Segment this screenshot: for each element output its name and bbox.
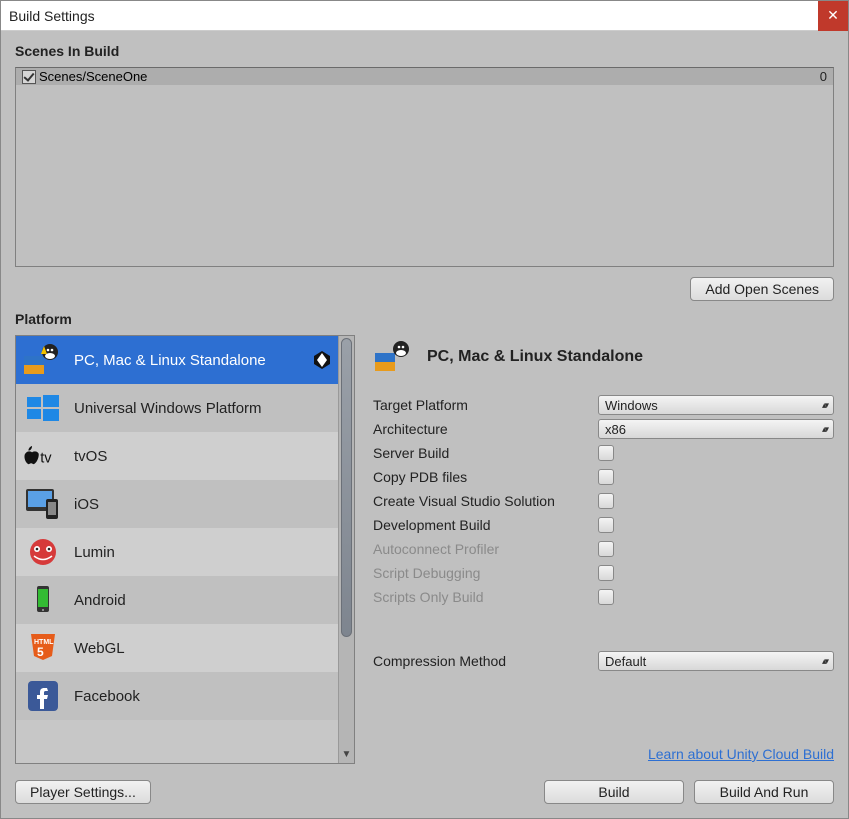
scene-index: 0 (820, 69, 827, 84)
platform-item-android[interactable]: Android (16, 576, 338, 624)
platform-item-ios[interactable]: iOS (16, 480, 338, 528)
field-dev-build: Development Build (373, 513, 834, 537)
add-open-scenes-button[interactable]: Add Open Scenes (690, 277, 834, 301)
windows-icon (22, 390, 64, 426)
build-settings-window: Build Settings ✕ Scenes In Build Scenes/… (0, 0, 849, 819)
build-button[interactable]: Build (544, 780, 684, 804)
dropdown-caret-icon: ▴▾ (822, 400, 827, 411)
target-platform-dropdown[interactable]: Windows ▴▾ (598, 395, 834, 415)
lumin-icon (22, 534, 64, 570)
platform-item-label: PC, Mac & Linux Standalone (74, 352, 266, 369)
settings-title: PC, Mac & Linux Standalone (427, 348, 643, 366)
field-server-build: Server Build (373, 441, 834, 465)
player-settings-button[interactable]: Player Settings... (15, 780, 151, 804)
scroll-down-icon[interactable]: ▼ (339, 747, 354, 761)
platform-item-lumin[interactable]: Lumin (16, 528, 338, 576)
field-scripts-only: Scripts Only Build (373, 585, 834, 609)
target-platform-value: Windows (605, 398, 658, 413)
autoconnect-label: Autoconnect Profiler (373, 541, 598, 557)
platform-item-label: Facebook (74, 688, 140, 705)
platform-item-label: WebGL (74, 640, 125, 657)
platform-item-label: Android (74, 592, 126, 609)
svg-text:5: 5 (37, 645, 44, 659)
android-icon (22, 582, 64, 618)
architecture-dropdown[interactable]: x86 ▴▾ (598, 419, 834, 439)
platform-section-label: Platform (15, 311, 834, 327)
architecture-label: Architecture (373, 421, 598, 437)
server-build-checkbox[interactable] (598, 445, 614, 461)
platform-item-tvos[interactable]: tv tvOS (16, 432, 338, 480)
platform-item-facebook[interactable]: Facebook (16, 672, 338, 720)
field-compression: Compression Method Default ▴▾ (373, 649, 834, 673)
platform-item-label: iOS (74, 496, 99, 513)
scripts-only-checkbox (598, 589, 614, 605)
pc-mac-linux-icon (22, 342, 64, 378)
field-architecture: Architecture x86 ▴▾ (373, 417, 834, 441)
unity-icon (312, 350, 332, 370)
window-title: Build Settings (1, 8, 95, 24)
script-debug-checkbox (598, 565, 614, 581)
dropdown-caret-icon: ▴▾ (822, 656, 827, 667)
platform-item-uwp[interactable]: Universal Windows Platform (16, 384, 338, 432)
scene-checkbox[interactable] (22, 70, 36, 84)
scenes-list[interactable]: Scenes/SceneOne 0 (15, 67, 834, 267)
close-icon: ✕ (827, 7, 839, 24)
script-debug-label: Script Debugging (373, 565, 598, 581)
field-target-platform: Target Platform Windows ▴▾ (373, 393, 834, 417)
facebook-icon (22, 678, 64, 714)
pc-mac-linux-icon (373, 339, 415, 375)
platform-item-label: Lumin (74, 544, 115, 561)
target-platform-label: Target Platform (373, 397, 598, 413)
footer: Player Settings... Build Build And Run (15, 780, 834, 804)
field-autoconnect: Autoconnect Profiler (373, 537, 834, 561)
scene-row[interactable]: Scenes/SceneOne 0 (16, 68, 833, 85)
compression-dropdown[interactable]: Default ▴▾ (598, 651, 834, 671)
cloud-build-link[interactable]: Learn about Unity Cloud Build (648, 746, 834, 762)
close-button[interactable]: ✕ (818, 1, 848, 31)
create-vs-checkbox[interactable] (598, 493, 614, 509)
compression-label: Compression Method (373, 653, 598, 669)
autoconnect-checkbox (598, 541, 614, 557)
copy-pdb-checkbox[interactable] (598, 469, 614, 485)
platform-item-webgl[interactable]: HTML5 WebGL (16, 624, 338, 672)
build-and-run-button[interactable]: Build And Run (694, 780, 834, 804)
appletv-icon: tv (22, 438, 64, 474)
platform-item-pc-mac-linux[interactable]: PC, Mac & Linux Standalone (16, 336, 338, 384)
scenes-section-label: Scenes In Build (15, 43, 834, 59)
platform-scrollbar[interactable]: ▼ (338, 336, 354, 763)
compression-value: Default (605, 654, 646, 669)
dropdown-caret-icon: ▴▾ (822, 424, 827, 435)
settings-header: PC, Mac & Linux Standalone (373, 339, 834, 375)
server-build-label: Server Build (373, 445, 598, 461)
platform-list[interactable]: PC, Mac & Linux Standalone Universal Win… (16, 336, 338, 763)
copy-pdb-label: Copy PDB files (373, 469, 598, 485)
settings-panel: PC, Mac & Linux Standalone Target Platfo… (373, 335, 834, 764)
platform-panel: PC, Mac & Linux Standalone Universal Win… (15, 335, 355, 764)
ios-icon (22, 486, 64, 522)
dev-build-checkbox[interactable] (598, 517, 614, 533)
field-copy-pdb: Copy PDB files (373, 465, 834, 489)
webgl-icon: HTML5 (22, 630, 64, 666)
dev-build-label: Development Build (373, 517, 598, 533)
create-vs-label: Create Visual Studio Solution (373, 493, 598, 509)
scripts-only-label: Scripts Only Build (373, 589, 598, 605)
scrollbar-thumb[interactable] (341, 338, 352, 637)
svg-text:tv: tv (40, 450, 52, 466)
titlebar: Build Settings ✕ (1, 1, 848, 31)
field-script-debug: Script Debugging (373, 561, 834, 585)
scene-name: Scenes/SceneOne (39, 69, 147, 84)
window-body: Scenes In Build Scenes/SceneOne 0 Add Op… (1, 31, 848, 818)
architecture-value: x86 (605, 422, 626, 437)
platform-item-label: Universal Windows Platform (74, 400, 262, 417)
platform-list-wrap: PC, Mac & Linux Standalone Universal Win… (15, 335, 355, 764)
field-create-vs: Create Visual Studio Solution (373, 489, 834, 513)
platform-item-label: tvOS (74, 448, 107, 465)
